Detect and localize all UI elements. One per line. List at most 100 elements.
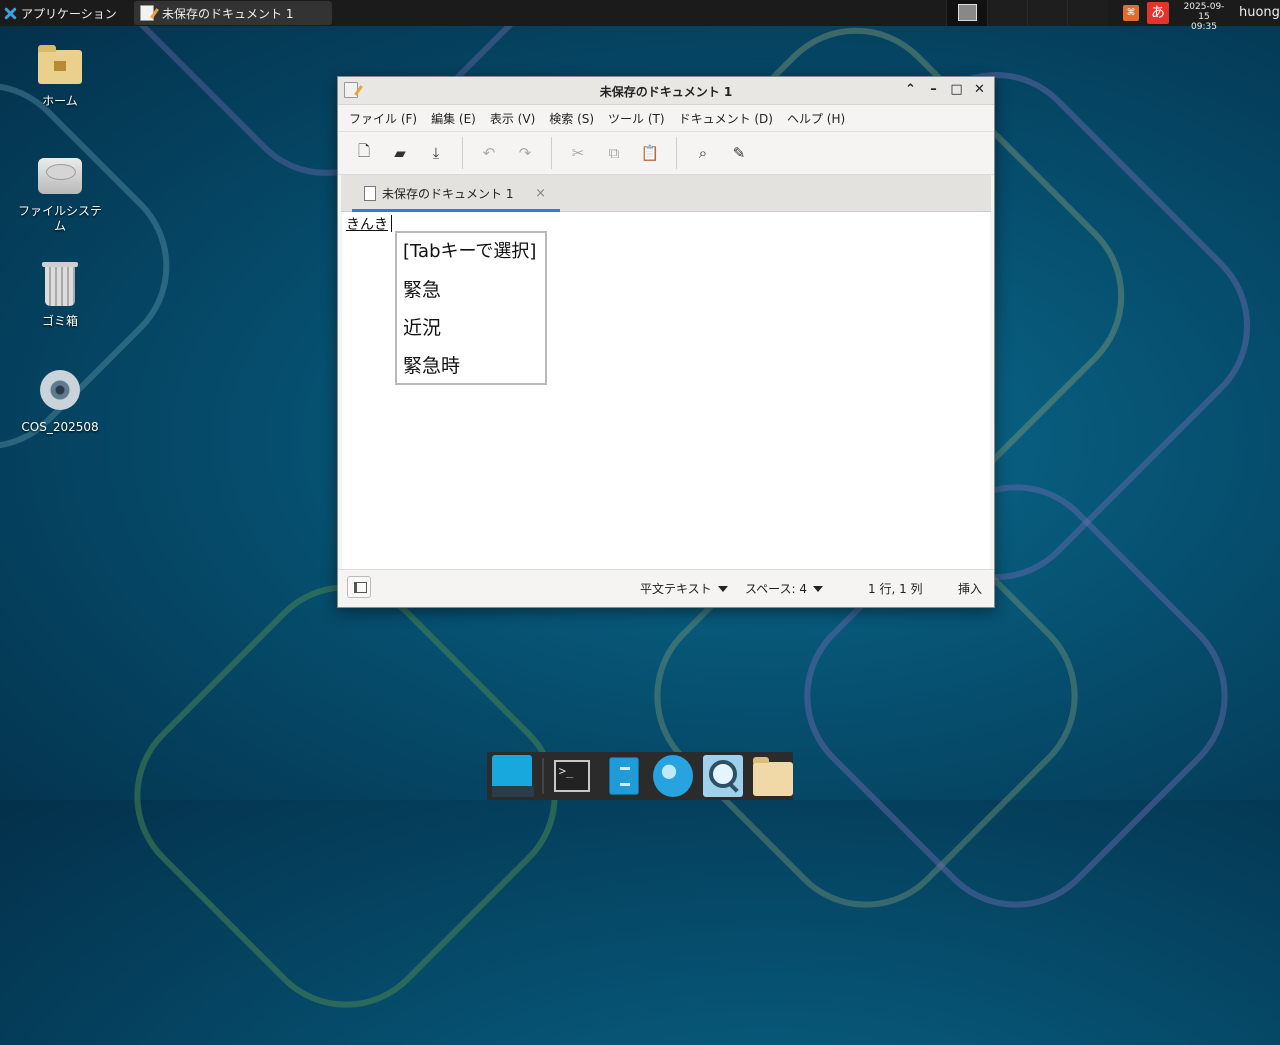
window-preview-icon: [958, 4, 977, 21]
tab-width-selector[interactable]: スペース: 4: [745, 580, 824, 597]
desktop-icon-filesystem[interactable]: ファイルシステム: [10, 158, 110, 234]
candidate-hint: [Tabキーで選択]: [403, 241, 537, 262]
candidate-item[interactable]: 近況: [397, 309, 545, 347]
menu-search[interactable]: 検索 (S): [542, 110, 601, 127]
drive-icon: [38, 158, 82, 194]
menu-document[interactable]: ドキュメント (D): [672, 110, 780, 127]
desktop-icon-trash[interactable]: ゴミ箱: [10, 262, 110, 329]
terminal-launcher[interactable]: >_: [553, 755, 594, 797]
undo-icon: ↶: [482, 144, 496, 162]
user-menu[interactable]: huong: [1239, 5, 1280, 20]
replace-button[interactable]: ✎: [721, 138, 757, 168]
open-button[interactable]: ▰: [382, 138, 418, 168]
text-area[interactable]: きんき [Tabキーで選択] 緊急 近況 緊急時: [342, 212, 990, 570]
taskbar-window-title: 未保存のドキュメント 1: [162, 6, 294, 21]
desktop-icon-label: ホーム: [42, 94, 78, 108]
close-button[interactable]: ✕: [971, 80, 988, 100]
applications-menu-button[interactable]: アプリケーション: [0, 0, 117, 26]
dropdown-arrow-icon: [717, 586, 728, 592]
text-editor-icon: [140, 5, 154, 21]
save-icon: ⤓: [432, 144, 440, 162]
text-editor-window: 未保存のドキュメント 1 ⌃ – □ ✕ ファイル (F) 編集 (E) 表示 …: [337, 76, 995, 608]
ime-candidate-popup: [Tabキーで選択] 緊急 近況 緊急時: [395, 231, 547, 385]
new-document-icon: 🗋: [357, 141, 371, 160]
menu-view[interactable]: 表示 (V): [483, 110, 542, 127]
candidate-item[interactable]: 緊急: [397, 271, 545, 309]
trash-icon: [42, 262, 78, 306]
toolbar-separator: [676, 137, 677, 169]
cut-button[interactable]: ✂: [560, 138, 596, 168]
desktop-icon-disc[interactable]: COS_202508: [10, 370, 110, 435]
find-button[interactable]: ⌕: [685, 138, 721, 168]
cursor-position: 1 行, 1 列: [868, 582, 923, 596]
terminal-icon: >_: [553, 760, 590, 792]
document-tabbar: 未保存のドキュメント 1 ×: [341, 175, 991, 212]
dock-separator: [541, 758, 544, 794]
window-title: 未保存のドキュメント 1: [599, 85, 733, 99]
menu-help[interactable]: ヘルプ (H): [780, 110, 852, 127]
show-desktop-icon[interactable]: [492, 755, 534, 797]
dock: >_: [487, 752, 793, 800]
syntax-label: 平文テキスト: [640, 582, 712, 596]
open-folder-icon: ▰: [394, 144, 406, 162]
copy-icon: ⧉: [608, 144, 620, 162]
clock-date: 2025-09-15: [1183, 2, 1225, 22]
menubar: ファイル (F) 編集 (E) 表示 (V) 検索 (S) ツール (T) ドキ…: [338, 105, 994, 131]
paste-button[interactable]: 📋: [632, 138, 668, 168]
xfce-logo-icon: [4, 7, 17, 20]
home-folder-icon: [38, 45, 82, 84]
document-icon: [364, 185, 376, 201]
window-titlebar[interactable]: 未保存のドキュメント 1 ⌃ – □ ✕: [338, 77, 994, 105]
tab-close-icon[interactable]: ×: [535, 186, 546, 201]
replace-icon: ✎: [732, 144, 746, 162]
maximize-button[interactable]: □: [948, 80, 965, 100]
workspace-2[interactable]: [987, 0, 1028, 26]
top-panel: アプリケーション 未保存のドキュメント 1 ⌘ あ 2025-09-15 09:…: [0, 0, 1280, 32]
new-document-button[interactable]: 🗋: [346, 138, 382, 168]
input-method-tray-icon[interactable]: ⌘: [1123, 5, 1139, 21]
workspace-4[interactable]: [1067, 0, 1108, 26]
side-pane-toggle-button[interactable]: [347, 576, 371, 598]
search-icon: ⌕: [698, 144, 708, 162]
desktop-icon-label: ゴミ箱: [41, 314, 78, 328]
redo-icon: ↷: [518, 144, 532, 162]
clock-time: 09:35: [1191, 22, 1217, 32]
tab-document[interactable]: 未保存のドキュメント 1 ×: [350, 175, 560, 212]
text-caret: [391, 215, 392, 232]
copy-button[interactable]: ⧉: [596, 138, 632, 168]
desktop-icon-home[interactable]: ホーム: [10, 45, 110, 109]
redo-button[interactable]: ↷: [507, 138, 543, 168]
menu-edit[interactable]: 編集 (E): [424, 110, 483, 127]
web-browser-icon[interactable]: [653, 755, 694, 797]
dropdown-arrow-icon: [813, 586, 824, 592]
ime-mode-indicator[interactable]: あ: [1147, 2, 1169, 24]
desktop-icon-label: COS_202508: [21, 420, 99, 434]
disc-icon: [40, 370, 80, 410]
paste-icon: 📋: [640, 144, 660, 162]
candidate-item[interactable]: 緊急時: [397, 347, 545, 385]
workspace-3[interactable]: [1027, 0, 1068, 26]
syntax-selector[interactable]: 平文テキスト: [640, 580, 728, 597]
insert-mode[interactable]: 挿入: [958, 580, 982, 597]
shade-button[interactable]: ⌃: [902, 80, 919, 100]
save-button[interactable]: ⤓: [418, 138, 454, 168]
undo-button[interactable]: ↶: [471, 138, 507, 168]
minimize-button[interactable]: –: [925, 80, 942, 100]
toolbar: 🗋 ▰ ⤓ ↶ ↷ ✂ ⧉ 📋 ⌕ ✎: [338, 131, 994, 175]
applications-menu-label: アプリケーション: [21, 6, 117, 21]
file-manager-launcher[interactable]: [604, 755, 644, 797]
workspace-1[interactable]: [946, 0, 987, 26]
menu-tools[interactable]: ツール (T): [601, 110, 672, 127]
desktop-icon-label: ファイルシステム: [17, 204, 102, 233]
file-manager-icon: [608, 757, 639, 795]
app-finder-icon[interactable]: [703, 755, 744, 797]
toolbar-separator: [462, 137, 463, 169]
preedit-text: きんき: [346, 217, 388, 233]
clock[interactable]: 2025-09-15 09:35: [1178, 2, 1230, 32]
menu-file[interactable]: ファイル (F): [342, 110, 424, 127]
home-folder-icon[interactable]: [753, 757, 793, 796]
cut-icon: ✂: [571, 144, 585, 162]
tab-label: 未保存のドキュメント 1: [382, 186, 514, 201]
taskbar-window-button[interactable]: 未保存のドキュメント 1: [134, 1, 332, 25]
toolbar-separator: [551, 137, 552, 169]
